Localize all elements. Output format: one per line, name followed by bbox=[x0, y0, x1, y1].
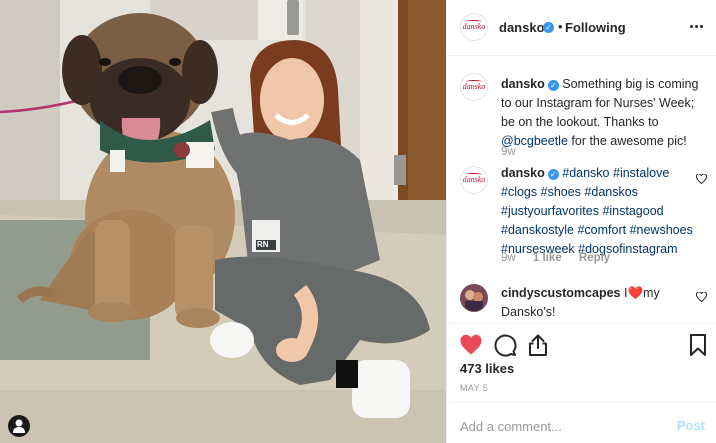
comment-text-after: for the awesome pic! bbox=[571, 134, 687, 148]
hashtag-link[interactable]: #newshoes bbox=[630, 223, 693, 237]
post-date[interactable]: MAY 5 bbox=[460, 383, 488, 393]
dot-icon bbox=[695, 25, 698, 28]
heart-filled-icon[interactable] bbox=[459, 333, 483, 357]
comment-bubble-icon[interactable] bbox=[493, 333, 517, 357]
share-icon[interactable] bbox=[526, 333, 550, 357]
likes-count-link[interactable]: 473 likes bbox=[460, 361, 514, 376]
comment-body: cindyscustomcapes I❤️my Dansko's! bbox=[501, 284, 701, 322]
post-actions-section: 473 likes MAY 5 Post bbox=[447, 323, 716, 434]
following-button[interactable]: Following bbox=[565, 20, 626, 35]
comment-username-link[interactable]: dansko bbox=[501, 77, 545, 91]
avatar-image bbox=[465, 290, 483, 311]
hashtag-link[interactable]: #comfort bbox=[577, 223, 626, 237]
person-icon bbox=[13, 419, 25, 433]
post-comment-button[interactable]: Post bbox=[677, 418, 705, 433]
hashtag-link[interactable]: #instagood bbox=[602, 204, 663, 218]
comment-like-heart-icon[interactable] bbox=[696, 174, 707, 184]
dot-icon bbox=[690, 25, 693, 28]
hashtag-link[interactable]: #danskostyle bbox=[501, 223, 574, 237]
post-side-panel: dansko dansko ✓ • Following dansko dansk… bbox=[446, 0, 716, 443]
comment-like-heart-icon[interactable] bbox=[696, 292, 707, 302]
comment-likes-link[interactable]: 1 like bbox=[533, 252, 562, 264]
add-comment-input[interactable] bbox=[460, 419, 660, 434]
add-comment-row: Post bbox=[447, 402, 716, 443]
comment-body: dansko ✓ Something big is coming to our I… bbox=[501, 75, 701, 151]
comment-time[interactable]: 9w bbox=[501, 146, 516, 158]
verified-badge-icon: ✓ bbox=[547, 169, 559, 180]
avatar-logo-text: dansko bbox=[462, 82, 486, 91]
comment-meta: 9w 1 like Reply bbox=[501, 252, 610, 264]
dot-icon bbox=[700, 25, 703, 28]
tagged-users-button[interactable] bbox=[8, 415, 30, 437]
commenter-avatar[interactable] bbox=[460, 284, 488, 312]
comment-username-link[interactable]: dansko bbox=[501, 166, 545, 180]
photo-scene bbox=[0, 0, 446, 443]
post-header: dansko dansko ✓ • Following bbox=[447, 0, 716, 56]
avatar-logo-text: dansko bbox=[462, 22, 486, 31]
reply-button[interactable]: Reply bbox=[579, 252, 610, 264]
verified-badge-icon: ✓ bbox=[543, 22, 554, 33]
red-heart-emoji: ❤️ bbox=[627, 286, 644, 300]
hashtag-link[interactable]: #danskos bbox=[584, 185, 638, 199]
rn-badge-text: RN bbox=[257, 240, 269, 249]
comment-time[interactable]: 9w bbox=[501, 252, 516, 264]
account-avatar[interactable]: dansko bbox=[460, 13, 488, 41]
hashtag-link[interactable]: #shoes bbox=[541, 185, 581, 199]
verified-badge-icon: ✓ bbox=[547, 80, 559, 91]
hashtag-link[interactable]: #justyourfavorites bbox=[501, 204, 599, 218]
comment-username-link[interactable]: cindyscustomcapes bbox=[501, 286, 621, 300]
hashtag-link[interactable]: #clogs bbox=[501, 185, 537, 199]
post-photo[interactable]: RN bbox=[0, 0, 446, 443]
commenter-avatar[interactable]: dansko bbox=[460, 166, 488, 194]
avatar-logo-text: dansko bbox=[462, 175, 486, 184]
comment-meta: 9w bbox=[501, 146, 516, 158]
bookmark-icon[interactable] bbox=[686, 333, 710, 357]
hashtag-link[interactable]: #instalove bbox=[613, 166, 669, 180]
hashtag-link[interactable]: #dansko bbox=[562, 166, 609, 180]
account-username-link[interactable]: dansko bbox=[499, 20, 545, 35]
separator-dot: • bbox=[558, 19, 563, 34]
comment-body: dansko ✓ #dansko #instalove #clogs #shoes… bbox=[501, 164, 701, 259]
commenter-avatar[interactable]: dansko bbox=[460, 73, 488, 101]
more-options-button[interactable] bbox=[689, 18, 705, 34]
